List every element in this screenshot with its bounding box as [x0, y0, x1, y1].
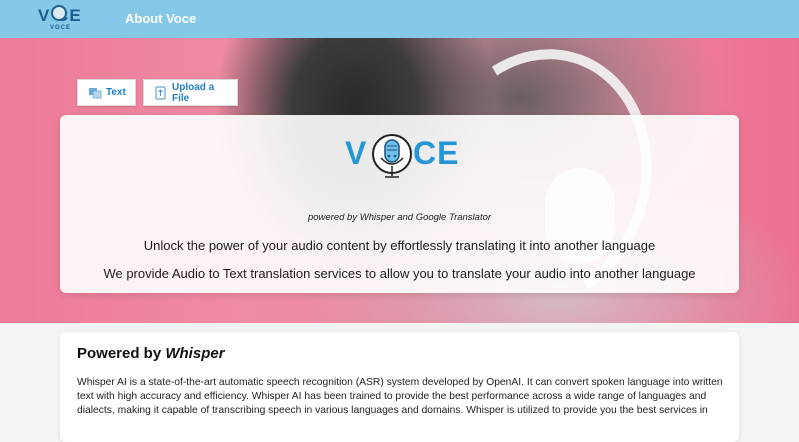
- tab-upload-label: Upload a File: [172, 81, 215, 104]
- top-nav-bar: V CE VOCE About Voce: [0, 0, 799, 38]
- whisper-title-emph: Whisper: [165, 345, 225, 362]
- tab-upload-file[interactable]: Upload a File: [143, 79, 238, 106]
- nav-about-voce-link[interactable]: About Voce: [125, 11, 196, 26]
- powered-by-line: powered by Whisper and Google Translator: [307, 212, 492, 223]
- microphone-mascot-icon: [372, 134, 412, 178]
- text-translate-icon: [89, 87, 102, 98]
- tab-text[interactable]: Text: [77, 79, 136, 106]
- whisper-title-prefix: Powered by: [77, 345, 166, 362]
- tab-text-label: Text: [106, 87, 126, 98]
- microphone-icon: [51, 5, 67, 21]
- whisper-description: Whisper AI is a state-of-the-art automat…: [77, 377, 723, 416]
- logo-letter-v: V: [345, 135, 368, 171]
- voce-logo-small[interactable]: V CE VOCE: [38, 3, 88, 35]
- voce-logo-large: V CE: [345, 132, 465, 188]
- hero-tagline-secondary: We provide Audio to Text translation ser…: [103, 266, 696, 281]
- whisper-section-title: Powered by Whisper: [77, 345, 225, 362]
- logo-small-subtext: VOCE: [50, 25, 72, 31]
- hero-tagline-primary: Unlock the power of your audio content b…: [143, 238, 656, 253]
- logo-letters-ce: CE: [413, 135, 460, 171]
- upload-file-icon: [155, 86, 166, 99]
